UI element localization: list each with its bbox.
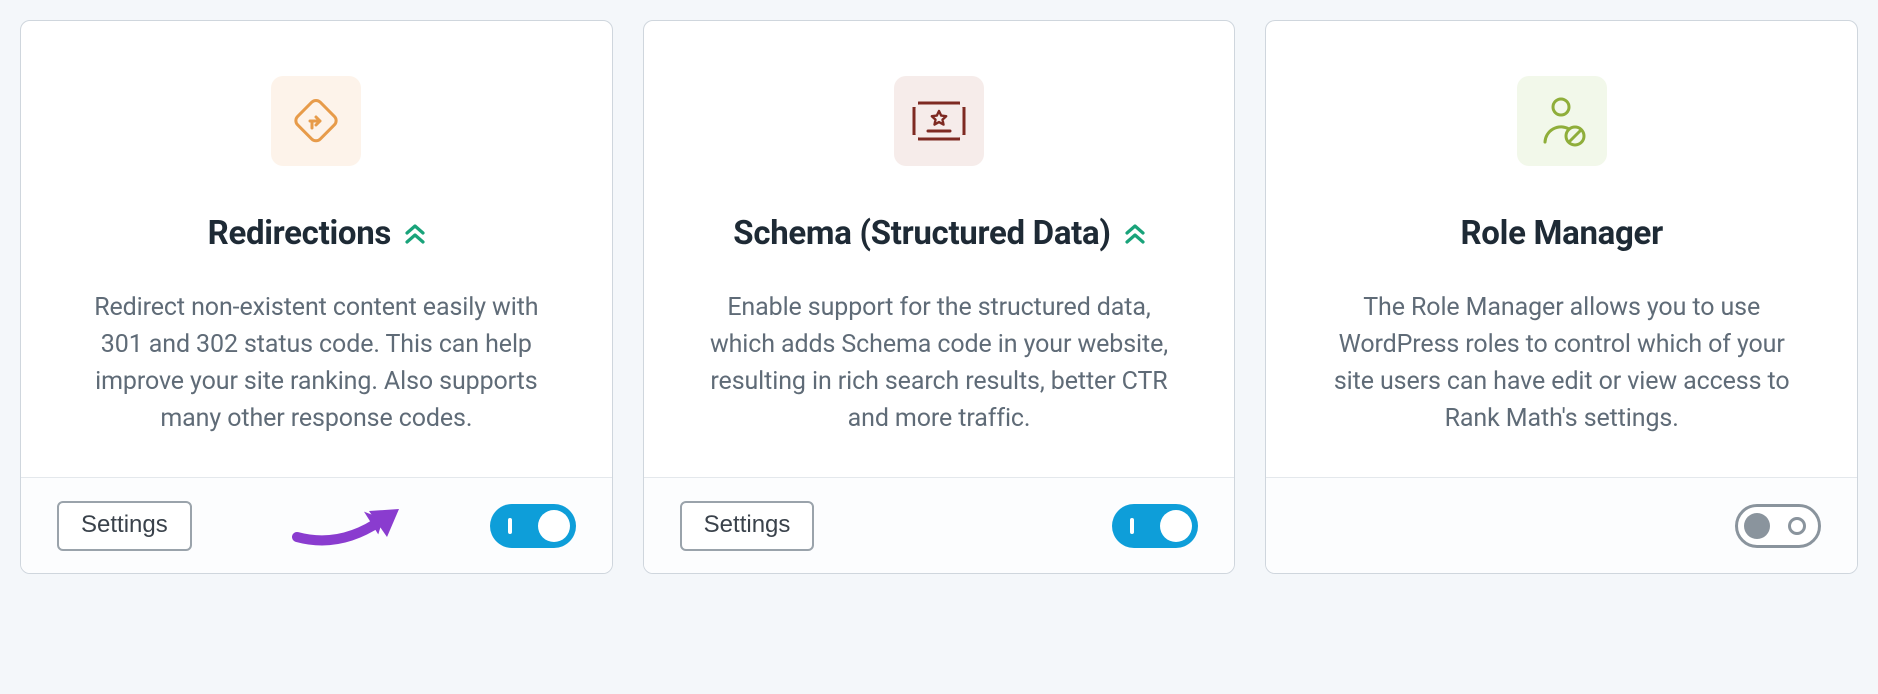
card-description: Redirect non-existent content easily wit… — [71, 289, 562, 437]
settings-button[interactable]: Settings — [57, 501, 192, 551]
settings-button[interactable]: Settings — [680, 501, 815, 551]
role-manager-icon — [1517, 76, 1607, 166]
module-card-redirections: Redirections Redirect non-existent conte… — [20, 20, 613, 574]
module-card-schema: Schema (Structured Data) Enable support … — [643, 20, 1236, 574]
card-body: Schema (Structured Data) Enable support … — [644, 21, 1235, 477]
chevron-up-icon — [405, 223, 425, 245]
card-footer: Settings — [644, 477, 1235, 573]
card-title: Role Manager — [1460, 214, 1662, 253]
card-body: Role Manager The Role Manager allows you… — [1266, 21, 1857, 477]
card-title: Schema (Structured Data) — [733, 214, 1110, 253]
redirections-icon — [271, 76, 361, 166]
schema-icon — [894, 76, 984, 166]
module-toggle[interactable] — [1735, 504, 1821, 548]
chevron-up-icon — [1125, 223, 1145, 245]
card-title: Redirections — [208, 214, 391, 253]
module-toggle[interactable] — [1112, 504, 1198, 548]
module-toggle[interactable] — [490, 504, 576, 548]
card-description: The Role Manager allows you to use WordP… — [1316, 289, 1807, 437]
card-description: Enable support for the structured data, … — [694, 289, 1185, 437]
card-footer: Settings — [21, 477, 612, 573]
card-footer — [1266, 477, 1857, 573]
module-card-role-manager: Role Manager The Role Manager allows you… — [1265, 20, 1858, 574]
card-body: Redirections Redirect non-existent conte… — [21, 21, 612, 477]
